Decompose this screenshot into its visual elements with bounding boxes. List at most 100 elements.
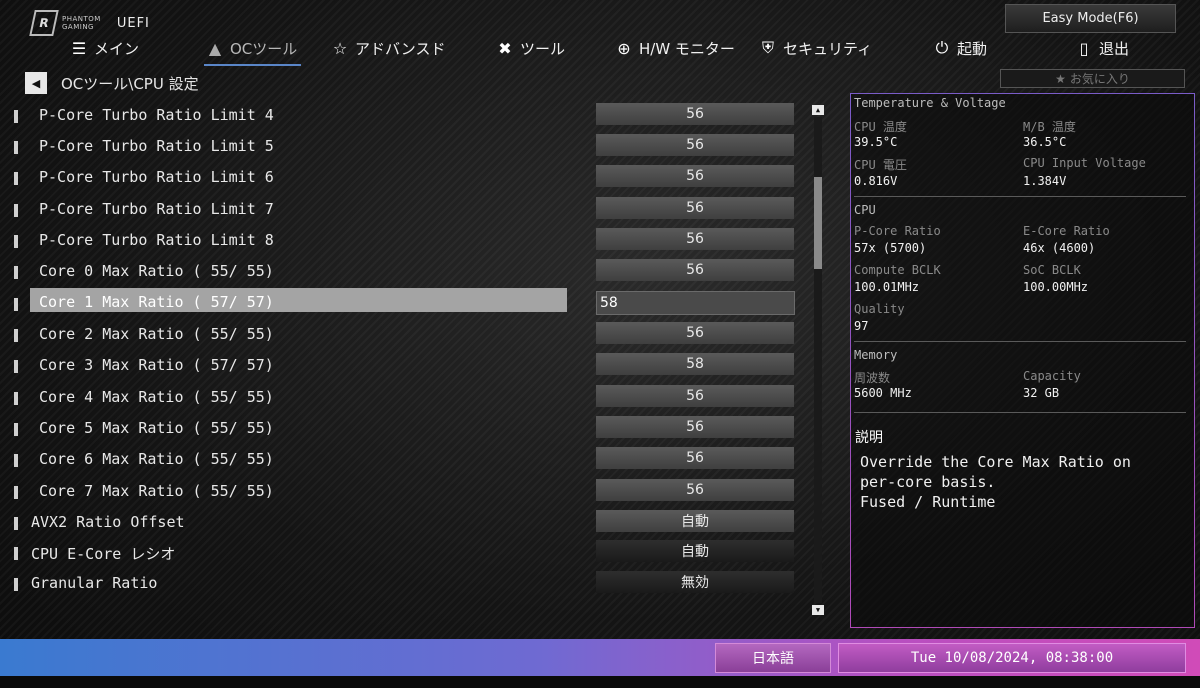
tab-security[interactable]: ⛨ セキュリティ	[759, 36, 872, 60]
easy-mode-button[interactable]: Easy Mode(F6)	[1005, 4, 1176, 33]
setting-value[interactable]: 56	[596, 165, 794, 187]
back-button[interactable]: ◀	[25, 72, 47, 94]
tab-hw-monitor[interactable]: ⊕ H/W モニター	[615, 36, 735, 60]
description-line: Override the Core Max Ratio on	[860, 453, 1131, 471]
shield-icon: ⛨	[761, 38, 774, 57]
setting-row[interactable]: P-Core Turbo Ratio Limit 4 56	[0, 101, 800, 132]
brand-logo: R PHANTOM GAMING UEFI	[29, 10, 150, 36]
cpu-voltage-label: CPU 電圧	[854, 158, 907, 172]
setting-label: CPU E-Core レシオ	[31, 545, 176, 563]
section-temp-voltage: Temperature & Voltage	[854, 96, 1006, 110]
setting-row[interactable]: Granular Ratio 無効	[0, 569, 800, 600]
setting-row[interactable]: Core 5 Max Ratio ( 55/ 55) 56	[0, 414, 800, 445]
setting-value[interactable]: 56	[596, 103, 794, 125]
setting-value[interactable]: 56	[596, 259, 794, 281]
setting-value-input[interactable]: 58	[596, 291, 795, 315]
row-marker	[14, 517, 18, 530]
mb-temp-label: M/B 温度	[1023, 120, 1076, 134]
pcore-ratio-label: P-Core Ratio	[854, 224, 941, 238]
mb-temp-value: 36.5°C	[1023, 135, 1067, 149]
tab-label: アドバンスド	[355, 39, 446, 58]
setting-value[interactable]: 56	[596, 197, 794, 219]
soc-bclk-label: SoC BCLK	[1023, 263, 1081, 277]
tab-label: メイン	[94, 39, 140, 58]
setting-label: Core 2 Max Ratio ( 55/ 55)	[39, 325, 274, 343]
main-nav: ☰ メイン ▲ OCツール ☆ アドバンスド ✖ ツール ⊕ H/W モニター …	[0, 36, 1200, 66]
setting-row[interactable]: P-Core Turbo Ratio Limit 8 56	[0, 226, 800, 257]
setting-label: Core 3 Max Ratio ( 57/ 57)	[39, 356, 274, 374]
description-line: Fused / Runtime	[860, 493, 996, 511]
setting-row[interactable]: Core 3 Max Ratio ( 57/ 57) 58	[0, 351, 800, 382]
row-marker	[14, 392, 18, 405]
cpu-input-voltage-label: CPU Input Voltage	[1023, 156, 1146, 170]
back-arrow-icon: ◀	[31, 76, 41, 90]
brand-line1: PHANTOM	[62, 15, 101, 23]
tab-oc-tweaker[interactable]: ▲ OCツール	[203, 36, 302, 66]
setting-row-selected[interactable]: Core 1 Max Ratio ( 57/ 57) 58	[0, 288, 800, 320]
setting-value[interactable]: 58	[596, 353, 794, 375]
setting-label: P-Core Turbo Ratio Limit 6	[39, 168, 274, 186]
setting-value[interactable]: 56	[596, 322, 794, 344]
tab-label: OCツール	[230, 39, 298, 58]
divider	[854, 341, 1186, 342]
tab-main[interactable]: ☰ メイン	[70, 36, 139, 60]
favorites-label: お気に入り	[1069, 72, 1130, 86]
setting-value[interactable]: 56	[596, 479, 794, 501]
row-marker	[14, 423, 18, 436]
section-cpu: CPU	[854, 203, 876, 217]
row-marker	[14, 298, 18, 311]
breadcrumb: ◀ OCツール\CPU 設定	[25, 72, 199, 94]
row-marker	[14, 110, 18, 123]
compute-bclk-value: 100.01MHz	[854, 280, 920, 294]
capacity-value: 32 GB	[1023, 386, 1060, 400]
scroll-track[interactable]	[814, 117, 822, 603]
tab-boot[interactable]: ⏻ 起動	[933, 36, 987, 60]
row-marker	[14, 454, 18, 467]
tab-exit[interactable]: ▯ 退出	[1075, 36, 1129, 60]
hw-monitor-panel: Temperature & Voltage CPU 温度 39.5°C M/B …	[850, 93, 1195, 628]
setting-value[interactable]: 無効	[596, 571, 794, 593]
cpu-input-voltage-value: 1.384V	[1023, 174, 1067, 188]
ecore-ratio-label: E-Core Ratio	[1023, 224, 1110, 238]
row-marker	[14, 235, 18, 248]
setting-row[interactable]: Core 4 Max Ratio ( 55/ 55) 56	[0, 383, 800, 414]
setting-row[interactable]: CPU E-Core レシオ 自動	[0, 538, 800, 569]
setting-row[interactable]: P-Core Turbo Ratio Limit 7 56	[0, 195, 800, 226]
setting-row[interactable]: AVX2 Ratio Offset 自動	[0, 508, 800, 539]
setting-label: Core 5 Max Ratio ( 55/ 55)	[39, 419, 274, 437]
setting-value[interactable]: 56	[596, 228, 794, 250]
setting-row[interactable]: Core 6 Max Ratio ( 55/ 55) 56	[0, 445, 800, 476]
setting-row[interactable]: Core 2 Max Ratio ( 55/ 55) 56	[0, 320, 800, 351]
favorites-button[interactable]: ★ お気に入り	[1000, 69, 1185, 88]
scroll-up-button[interactable]: ▲	[812, 105, 824, 115]
setting-row[interactable]: Core 7 Max Ratio ( 55/ 55) 56	[0, 477, 800, 508]
capacity-label: Capacity	[1023, 369, 1081, 383]
row-marker	[14, 329, 18, 342]
scroll-thumb[interactable]	[814, 177, 822, 269]
setting-value[interactable]: 56	[596, 134, 794, 156]
tab-advanced[interactable]: ☆ アドバンスド	[331, 36, 446, 60]
setting-value[interactable]: 56	[596, 385, 794, 407]
setting-value[interactable]: 56	[596, 447, 794, 469]
setting-value[interactable]: 自動	[596, 540, 794, 562]
brand-text: PHANTOM GAMING	[62, 15, 101, 31]
setting-label: P-Core Turbo Ratio Limit 5	[39, 137, 274, 155]
description-line: per-core basis.	[860, 473, 996, 491]
setting-label: P-Core Turbo Ratio Limit 4	[39, 106, 274, 124]
setting-label: Core 4 Max Ratio ( 55/ 55)	[39, 388, 274, 406]
tab-label: セキュリティ	[783, 39, 873, 58]
scroll-down-button[interactable]: ▼	[812, 605, 824, 615]
frequency-value: 5600 MHz	[854, 386, 912, 400]
setting-value[interactable]: 56	[596, 416, 794, 438]
language-button[interactable]: 日本語	[715, 643, 831, 673]
tab-tool[interactable]: ✖ ツール	[496, 36, 565, 60]
setting-row[interactable]: P-Core Turbo Ratio Limit 5 56	[0, 132, 800, 163]
setting-row[interactable]: Core 0 Max Ratio ( 55/ 55) 56	[0, 257, 800, 288]
description-text: Override the Core Max Ratio on per-core …	[860, 452, 1180, 512]
tab-label: 退出	[1099, 39, 1130, 58]
scrollbar[interactable]: ▲ ▼	[812, 105, 824, 617]
soc-bclk-value: 100.00MHz	[1023, 280, 1089, 294]
setting-value[interactable]: 自動	[596, 510, 794, 532]
setting-row[interactable]: P-Core Turbo Ratio Limit 6 56	[0, 163, 800, 194]
row-marker	[14, 486, 18, 499]
